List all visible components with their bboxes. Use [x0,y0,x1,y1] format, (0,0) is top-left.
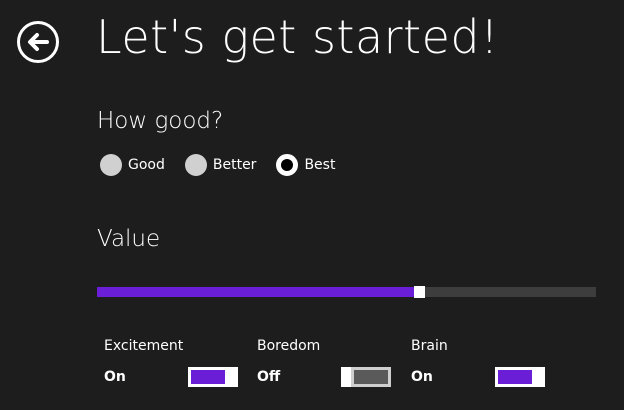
radio-circle[interactable] [276,154,299,176]
toggle-knob[interactable] [535,367,545,387]
toggle-brain: Brain On [411,338,551,398]
quality-radio-group: Good Better Best [100,154,355,176]
radio-good[interactable]: Good [100,154,165,176]
radio-best[interactable]: Best [276,154,335,176]
radio-circle[interactable] [100,154,122,176]
toggle-state-text: Off [257,369,281,385]
slider-fill [97,287,414,297]
back-arrow-circle-icon [17,21,59,63]
back-button[interactable] [16,20,60,64]
radio-circle[interactable] [184,154,207,176]
value-heading: Value [97,226,161,252]
toggle-boredom: Boredom Off [257,338,397,398]
toggle-label: Brain [411,338,448,354]
toggle-fill [191,370,225,384]
page-title: Let's get started! [96,10,500,64]
toggle-fill [498,370,532,384]
toggle-state-text: On [104,369,126,385]
toggle-knob[interactable] [228,367,238,387]
radio-label: Better [212,157,257,173]
toggle-state-text: On [411,369,433,385]
toggle-knob[interactable] [341,367,351,387]
radio-label: Best [304,157,336,173]
toggle-label: Boredom [257,338,321,354]
radio-better[interactable]: Better [184,154,257,176]
how-good-heading: How good? [97,108,224,134]
toggle-label: Excitement [104,338,184,354]
toggle-excitement: Excitement On [104,338,244,398]
boredom-toggle-switch[interactable] [341,367,391,387]
excitement-toggle-switch[interactable] [188,367,238,387]
toggle-fill [354,370,388,384]
slider-thumb[interactable] [414,286,425,298]
brain-toggle-switch[interactable] [495,367,545,387]
radio-label: Good [128,157,165,173]
value-slider[interactable] [97,286,596,298]
page: Let's get started! How good? Good Better… [0,0,624,410]
